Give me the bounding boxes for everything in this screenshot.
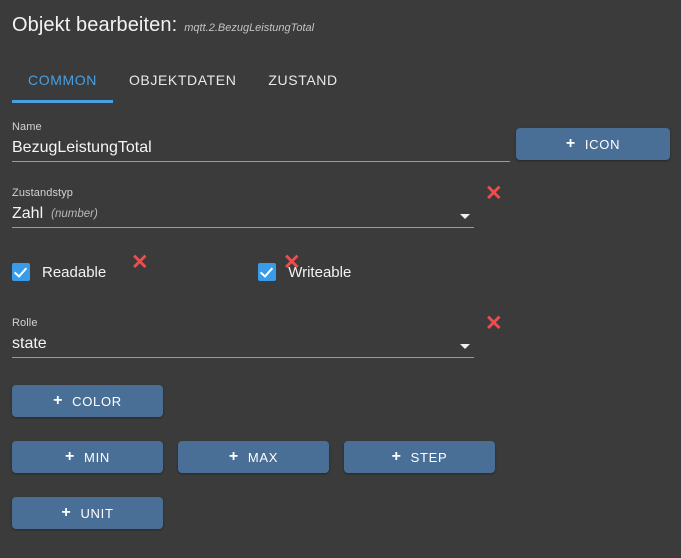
zustandstyp-field-group: Zustandstyp Zahl (number) [12,187,474,228]
readable-checkbox[interactable] [12,263,30,281]
add-icon-button-label: ICON [584,136,621,152]
plus-icon: + [65,448,76,465]
plus-icon: + [228,448,239,465]
rolle-value: state [12,334,47,352]
add-min-button[interactable]: + MIN [12,441,163,473]
name-input-wrapper[interactable] [12,134,510,162]
page-header: Objekt bearbeiten: mqtt.2.BezugLeistungT… [12,14,314,37]
add-max-button[interactable]: + MAX [178,441,329,473]
rolle-select[interactable]: state [12,330,474,358]
readable-label: Readable [42,263,107,281]
tab-objektdaten[interactable]: OBJEKTDATEN [113,70,252,103]
plus-icon: + [565,135,576,152]
plus-icon: + [391,448,402,465]
chevron-down-icon[interactable] [460,344,470,349]
chevron-down-icon[interactable] [460,214,470,219]
page-title: Objekt bearbeiten: [12,14,178,36]
clear-rolle-icon[interactable]: ✕ [485,313,503,334]
rolle-label: Rolle [12,317,38,329]
zustandstyp-value-hint: (number) [51,207,98,220]
add-color-button[interactable]: + COLOR [12,385,163,417]
clear-readable-icon[interactable]: ✕ [131,252,149,273]
tab-zustand[interactable]: ZUSTAND [252,70,353,103]
writeable-checkbox-item[interactable]: Writeable [258,263,351,281]
add-step-button-label: STEP [410,449,448,465]
name-input[interactable] [12,137,510,158]
add-icon-button[interactable]: + ICON [516,128,670,160]
tab-bar: COMMON OBJEKTDATEN ZUSTAND [12,70,354,103]
add-color-button-label: COLOR [72,393,122,409]
object-id-subtitle: mqtt.2.BezugLeistungTotal [184,22,315,34]
plus-icon: + [53,392,64,409]
plus-icon: + [61,504,72,521]
clear-writeable-icon[interactable]: ✕ [283,252,301,273]
zustandstyp-select[interactable]: Zahl (number) [12,200,474,228]
add-max-button-label: MAX [247,449,279,465]
add-min-button-label: MIN [84,449,110,465]
zustandstyp-label: Zustandstyp [12,187,74,199]
add-unit-button-label: UNIT [80,505,114,521]
readable-checkbox-item[interactable]: Readable [12,263,106,281]
name-label: Name [12,121,42,133]
add-step-button[interactable]: + STEP [344,441,495,473]
add-unit-button[interactable]: + UNIT [12,497,163,529]
zustandstyp-value: Zahl [12,204,44,222]
name-field-group: Name [12,121,510,162]
clear-zustandstyp-icon[interactable]: ✕ [485,183,503,204]
writeable-checkbox[interactable] [258,263,277,281]
rolle-field-group: Rolle state [12,317,474,358]
tab-common[interactable]: COMMON [12,70,113,103]
